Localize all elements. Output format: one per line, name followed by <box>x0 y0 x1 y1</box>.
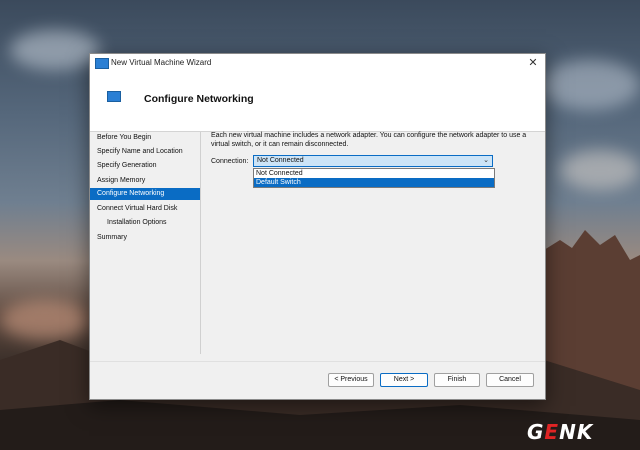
cancel-button[interactable]: Cancel <box>486 373 534 387</box>
wizard-window: New Virtual Machine Wizard ✕ Configure N… <box>89 53 546 400</box>
cloud <box>540 60 640 110</box>
networking-icon <box>107 91 121 102</box>
hyperv-window-icon <box>95 58 109 69</box>
cloud <box>10 30 100 70</box>
nav-assign-memory[interactable]: Assign Memory <box>90 175 200 187</box>
nav-specify-generation[interactable]: Specify Generation <box>90 160 200 172</box>
previous-button[interactable]: < Previous <box>328 373 374 387</box>
connection-select[interactable]: Not Connected ⌄ <box>253 155 493 167</box>
nav-summary[interactable]: Summary <box>90 232 200 244</box>
wizard-header: Configure Networking <box>90 74 545 132</box>
nav-specify-name[interactable]: Specify Name and Location <box>90 146 200 158</box>
nav-before-you-begin[interactable]: Before You Begin <box>90 132 200 144</box>
genk-watermark-logo: GENK <box>527 420 594 444</box>
nav-connect-vhd[interactable]: Connect Virtual Hard Disk <box>90 203 200 215</box>
option-not-connected[interactable]: Not Connected <box>254 169 494 178</box>
title-bar: New Virtual Machine Wizard ✕ <box>90 54 545 74</box>
next-button[interactable]: Next > <box>380 373 428 387</box>
nav-installation-options[interactable]: Installation Options <box>90 217 200 229</box>
cloud <box>560 150 640 190</box>
connection-select-value: Not Connected <box>257 157 304 164</box>
finish-button[interactable]: Finish <box>434 373 480 387</box>
wizard-steps-nav: Before You Begin Specify Name and Locati… <box>90 132 200 354</box>
footer-divider <box>90 361 545 362</box>
page-title: Configure Networking <box>144 93 254 105</box>
window-title: New Virtual Machine Wizard <box>111 58 212 67</box>
nav-configure-networking[interactable]: Configure Networking <box>90 188 200 200</box>
divider <box>200 132 201 354</box>
chevron-down-icon: ⌄ <box>483 157 489 164</box>
connection-dropdown-list: Not Connected Default Switch <box>253 168 495 188</box>
connection-label: Connection: <box>211 158 249 165</box>
close-icon[interactable]: ✕ <box>525 56 541 71</box>
description-text: Each new virtual machine includes a netw… <box>211 132 527 148</box>
option-default-switch[interactable]: Default Switch <box>254 178 494 187</box>
